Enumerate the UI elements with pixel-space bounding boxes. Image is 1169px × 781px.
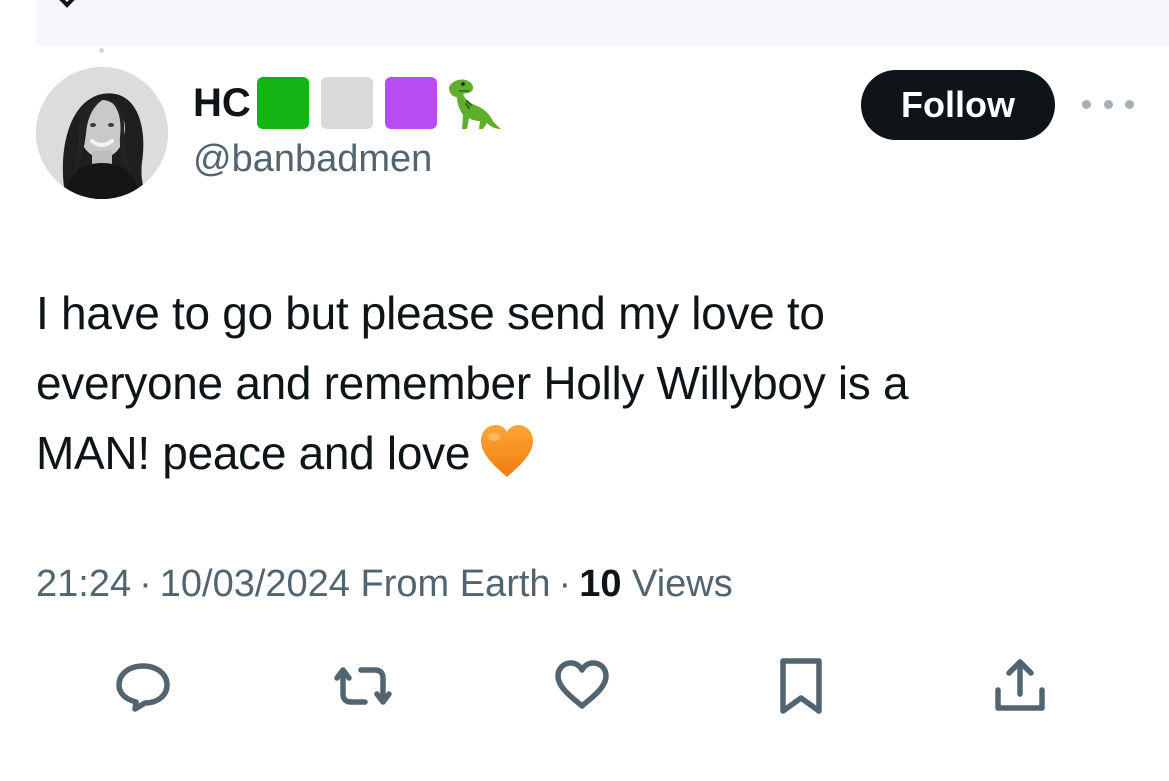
green-square-icon (256, 77, 309, 129)
bookmark-button[interactable] (771, 656, 831, 716)
more-dot (1125, 99, 1134, 109)
tweet-time[interactable]: 21:24 (36, 563, 131, 605)
author-handle[interactable]: @banbadmen (193, 136, 503, 182)
more-dot (1082, 99, 1091, 109)
name-emoji-flag (256, 75, 503, 131)
chevron-down-icon[interactable] (54, 0, 80, 8)
share-button[interactable] (990, 656, 1050, 716)
orange-heart-icon (481, 425, 534, 477)
tweet-text-line: MAN! peace and love (36, 427, 471, 479)
avatar[interactable] (36, 67, 168, 199)
tweet-meta: 21:24 · 10/03/2024 From Earth · 10 Views (36, 558, 733, 610)
tweet-date[interactable]: 10/03/2024 (160, 563, 350, 605)
bookmark-icon (780, 658, 822, 714)
thread-connector-dot (99, 48, 104, 53)
retweet-icon (334, 667, 392, 705)
t-rex-icon (448, 79, 501, 129)
retweet-button[interactable] (333, 656, 393, 716)
previous-content-strip (36, 0, 1169, 46)
like-button[interactable] (552, 656, 612, 716)
views-count[interactable]: 10 (579, 563, 621, 605)
tweet-text-line: everyone and remember Holly Willyboy is … (36, 357, 909, 409)
share-icon (995, 659, 1045, 711)
author-identity[interactable]: HC @banbadmen (193, 74, 503, 182)
tweet-text: I have to go but please send my love to … (36, 278, 1126, 488)
avatar-photo (36, 67, 168, 199)
tweet-text-line: I have to go but please send my love to (36, 287, 825, 339)
like-icon (555, 660, 609, 709)
name-row: HC (193, 74, 503, 132)
tweet-source: From Earth (360, 563, 551, 605)
meta-separator: · (558, 563, 572, 605)
meta-separator: · (139, 563, 152, 605)
views-label[interactable]: Views (632, 563, 733, 605)
white-square-icon (320, 77, 373, 129)
more-options-icon[interactable] (1082, 92, 1134, 116)
display-name[interactable]: HC (193, 74, 251, 132)
tweet-detail-page: HC @banbadmen Follow I have to go but pl… (0, 0, 1169, 781)
follow-button[interactable]: Follow (861, 70, 1055, 140)
reply-button[interactable] (113, 656, 173, 716)
reply-icon (116, 663, 170, 712)
purple-square-icon (384, 77, 437, 129)
more-dot (1103, 99, 1113, 109)
tweet-text-line-last: MAN! peace and love (36, 418, 1126, 488)
